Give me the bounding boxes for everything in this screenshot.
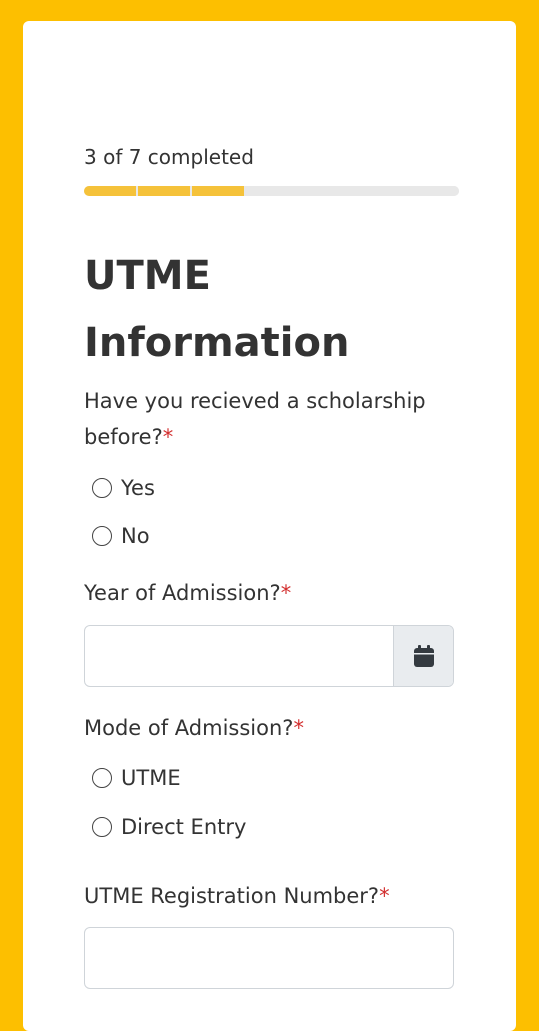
radio-mode-utme[interactable]: UTME <box>92 766 181 790</box>
radio-mode-direct-entry[interactable]: Direct Entry <box>92 815 246 839</box>
radio-button[interactable] <box>92 817 112 837</box>
progress-bar <box>84 186 459 196</box>
progress-segment <box>137 186 190 196</box>
radio-button[interactable] <box>92 526 112 546</box>
progress-segment <box>191 186 244 196</box>
progress-segment <box>245 186 298 196</box>
section-title: UTME Information <box>84 253 350 366</box>
scholarship-question-text: Have you recieved a scholarship before? <box>84 389 426 449</box>
scholarship-question-label: Have you recieved a scholarship before?* <box>84 383 454 455</box>
form-card: 3 of 7 completed UTME Information Have y… <box>23 21 516 1031</box>
radio-button[interactable] <box>92 768 112 788</box>
required-mark: * <box>280 581 292 605</box>
progress-label: 3 of 7 completed <box>84 145 254 169</box>
radio-label: UTME <box>121 766 181 790</box>
calendar-button[interactable] <box>393 626 453 686</box>
required-mark: * <box>293 716 304 740</box>
progress-segment <box>299 186 352 196</box>
radio-label: Yes <box>121 476 155 500</box>
progress-segment <box>407 186 459 196</box>
year-of-admission-text: Year of Admission? <box>84 581 281 605</box>
year-of-admission-label: Year of Admission?* <box>84 575 454 611</box>
progress-segment <box>353 186 406 196</box>
mode-of-admission-label: Mode of Admission?* <box>84 710 454 746</box>
year-of-admission-field <box>84 625 454 687</box>
utme-reg-number-input[interactable] <box>84 927 454 989</box>
year-of-admission-input[interactable] <box>85 626 393 686</box>
radio-label: No <box>121 524 150 548</box>
radio-label: Direct Entry <box>121 815 247 839</box>
utme-reg-number-label: UTME Registration Number?* <box>84 878 454 914</box>
radio-scholarship-no[interactable]: No <box>92 524 150 548</box>
radio-button[interactable] <box>92 478 112 498</box>
calendar-icon <box>413 645 434 667</box>
required-mark: * <box>162 425 174 449</box>
required-mark: * <box>379 884 390 908</box>
mode-of-admission-text: Mode of Admission? <box>84 716 294 740</box>
progress-segment <box>84 186 136 196</box>
radio-scholarship-yes[interactable]: Yes <box>92 476 155 500</box>
utme-reg-number-text: UTME Registration Number? <box>84 884 380 908</box>
